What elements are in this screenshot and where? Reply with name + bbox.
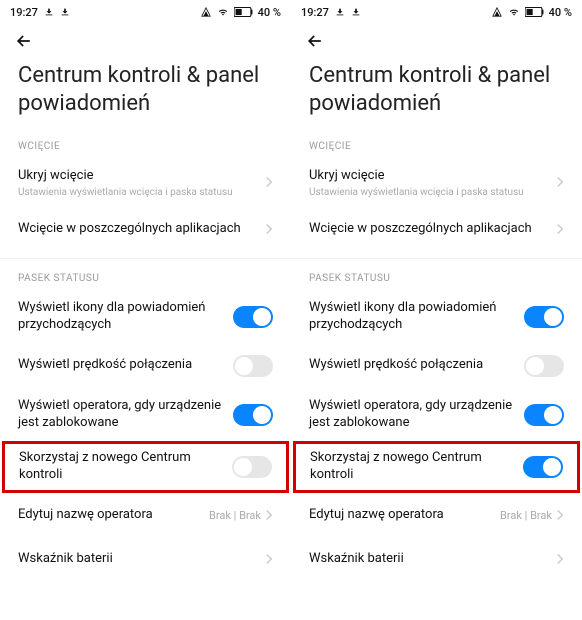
row-label: Wskaźnik baterii xyxy=(18,551,265,568)
battery-icon xyxy=(525,7,545,17)
row-label: Skorzystaj z nowego Centrum kontroli xyxy=(310,450,523,484)
row-label: Wcięcie w poszczególnych aplikacjach xyxy=(18,221,265,238)
toggle-new-cc[interactable] xyxy=(232,456,272,478)
page-header xyxy=(0,24,291,58)
row-battery-indicator[interactable]: Wskaźnik baterii xyxy=(291,537,582,581)
status-battery-pct: 40 % xyxy=(549,6,572,19)
row-sublabel: Ustawienia wyświetlania wcięcia i paska … xyxy=(309,187,556,198)
row-new-control-center[interactable]: Skorzystaj z nowego Centrum kontroli xyxy=(19,450,272,484)
status-bar: 19:27 40 % xyxy=(291,0,582,24)
row-hide-notch[interactable]: Ukryj wcięcie Ustawienia wyświetlania wc… xyxy=(291,158,582,208)
row-value: Brak | Brak xyxy=(500,509,552,522)
row-notch-per-app[interactable]: Wcięcie w poszczególnych aplikacjach xyxy=(291,208,582,252)
row-notch-per-app[interactable]: Wcięcie w poszczególnych aplikacjach xyxy=(0,208,291,252)
section-header-notch: WCIĘCIE xyxy=(291,127,582,158)
screen-right: 19:27 40 % Centrum kontroli & panel powi… xyxy=(291,0,582,620)
page-title: Centrum kontroli & panel powiadomień xyxy=(0,58,291,127)
row-edit-operator[interactable]: Edytuj nazwę operatora Brak | Brak xyxy=(291,493,582,537)
download-icon xyxy=(335,7,345,17)
signal-icon xyxy=(200,7,212,17)
chevron-right-icon xyxy=(556,173,564,192)
row-label: Wyświetl operatora, gdy urządzenie jest … xyxy=(18,398,233,432)
wifi-icon xyxy=(507,7,521,17)
row-label: Wcięcie w poszczególnych aplikacjach xyxy=(309,221,556,238)
status-bar: 19:27 40 % xyxy=(0,0,291,24)
download-icon xyxy=(60,7,70,17)
row-label: Wskaźnik baterii xyxy=(309,551,556,568)
row-label: Wyświetl ikony dla powiadomień przychodz… xyxy=(18,300,233,334)
section-header-statusbar: PASEK STATUSU xyxy=(291,259,582,290)
toggle-conn-speed[interactable] xyxy=(233,355,273,377)
row-label: Wyświetl prędkość połączenia xyxy=(309,357,524,374)
status-time: 19:27 xyxy=(301,6,329,19)
row-new-control-center[interactable]: Skorzystaj z nowego Centrum kontroli xyxy=(310,450,563,484)
toggle-operator-locked[interactable] xyxy=(524,404,564,426)
chevron-right-icon xyxy=(265,220,273,239)
battery-icon xyxy=(234,7,254,17)
row-hide-notch[interactable]: Ukryj wcięcie Ustawienia wyświetlania wc… xyxy=(0,158,291,208)
row-conn-speed[interactable]: Wyświetl prędkość połączenia xyxy=(291,344,582,388)
back-button[interactable] xyxy=(301,27,329,55)
row-label: Ukryj wcięcie xyxy=(309,168,556,185)
wifi-icon xyxy=(216,7,230,17)
row-label: Wyświetl ikony dla powiadomień przychodz… xyxy=(309,300,524,334)
row-notif-icons[interactable]: Wyświetl ikony dla powiadomień przychodz… xyxy=(291,290,582,344)
chevron-right-icon xyxy=(265,173,273,192)
section-header-notch: WCIĘCIE xyxy=(0,127,291,158)
status-time: 19:27 xyxy=(10,6,38,19)
row-value: Brak | Brak xyxy=(209,509,261,522)
row-label: Wyświetl prędkość połączenia xyxy=(18,357,233,374)
row-conn-speed[interactable]: Wyświetl prędkość połączenia xyxy=(0,344,291,388)
row-label: Skorzystaj z nowego Centrum kontroli xyxy=(19,450,232,484)
highlight-annotation: Skorzystaj z nowego Centrum kontroli xyxy=(293,441,580,493)
row-battery-indicator[interactable]: Wskaźnik baterii xyxy=(0,537,291,581)
section-header-statusbar: PASEK STATUSU xyxy=(0,259,291,290)
page-title: Centrum kontroli & panel powiadomień xyxy=(291,58,582,127)
back-arrow-icon xyxy=(14,31,34,51)
page-header xyxy=(291,24,582,58)
row-edit-operator[interactable]: Edytuj nazwę operatora Brak | Brak xyxy=(0,493,291,537)
chevron-right-icon xyxy=(556,550,564,569)
toggle-operator-locked[interactable] xyxy=(233,404,273,426)
download-icon xyxy=(351,7,361,17)
row-sublabel: Ustawienia wyświetlania wcięcia i paska … xyxy=(18,187,265,198)
download-icon xyxy=(44,7,54,17)
chevron-right-icon xyxy=(265,506,273,525)
back-arrow-icon xyxy=(305,31,325,51)
toggle-notif-icons[interactable] xyxy=(233,306,273,328)
back-button[interactable] xyxy=(10,27,38,55)
chevron-right-icon xyxy=(265,550,273,569)
row-operator-locked[interactable]: Wyświetl operatora, gdy urządzenie jest … xyxy=(291,388,582,442)
row-label: Ukryj wcięcie xyxy=(18,168,265,185)
chevron-right-icon xyxy=(556,220,564,239)
row-label: Wyświetl operatora, gdy urządzenie jest … xyxy=(309,398,524,432)
highlight-annotation: Skorzystaj z nowego Centrum kontroli xyxy=(2,441,289,493)
row-label: Edytuj nazwę operatora xyxy=(309,507,500,524)
row-operator-locked[interactable]: Wyświetl operatora, gdy urządzenie jest … xyxy=(0,388,291,442)
toggle-conn-speed[interactable] xyxy=(524,355,564,377)
screen-left: 19:27 40 % Centrum kontroli & panel powi… xyxy=(0,0,291,620)
row-label: Edytuj nazwę operatora xyxy=(18,507,209,524)
toggle-notif-icons[interactable] xyxy=(524,306,564,328)
signal-icon xyxy=(491,7,503,17)
chevron-right-icon xyxy=(556,506,564,525)
status-battery-pct: 40 % xyxy=(258,6,281,19)
toggle-new-cc[interactable] xyxy=(523,456,563,478)
row-notif-icons[interactable]: Wyświetl ikony dla powiadomień przychodz… xyxy=(0,290,291,344)
